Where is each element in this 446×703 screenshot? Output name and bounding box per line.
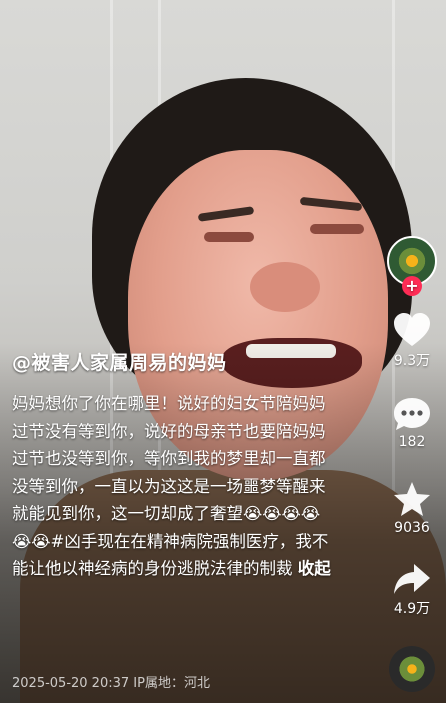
post-meta: 2025-05-20 20:37 IP属地：河北 — [12, 672, 210, 691]
person-eye — [310, 224, 364, 234]
music-disc[interactable] — [384, 646, 440, 692]
heart-icon — [394, 313, 430, 346]
creator-avatar[interactable]: + — [384, 236, 440, 296]
like-count: 9.3万 — [393, 353, 431, 369]
share-arrow-icon — [394, 564, 430, 594]
favorite-count: 9036 — [394, 520, 430, 536]
like-button[interactable]: 9.3万 — [384, 312, 440, 370]
description-text: 妈妈想你了你在哪里！说好的妇女节陪妈妈过节没有等到你，说好的母亲节也要陪妈妈过节… — [12, 394, 329, 578]
person-nose — [250, 262, 320, 312]
comment-icon — [394, 398, 430, 430]
collapse-link[interactable]: 收起 — [298, 559, 331, 578]
author-name[interactable]: @被害人家属周易的妈妈 — [12, 348, 332, 375]
comment-count: 182 — [398, 434, 426, 450]
comment-button[interactable]: 182 — [384, 396, 440, 450]
music-disc-icon — [389, 646, 435, 692]
post-timestamp: 2025-05-20 20:37 — [12, 676, 130, 691]
favorite-button[interactable]: 9036 — [384, 480, 440, 536]
person-eye — [204, 232, 254, 242]
share-button[interactable]: 4.9万 — [384, 562, 440, 618]
star-icon — [394, 482, 430, 516]
post-description: 妈妈想你了你在哪里！说好的妇女节陪妈妈过节没有等到你，说好的母亲节也要陪妈妈过节… — [12, 390, 332, 583]
ip-location: IP属地：河北 — [133, 676, 210, 691]
share-count: 4.9万 — [393, 601, 431, 617]
follow-button[interactable]: + — [402, 276, 422, 296]
